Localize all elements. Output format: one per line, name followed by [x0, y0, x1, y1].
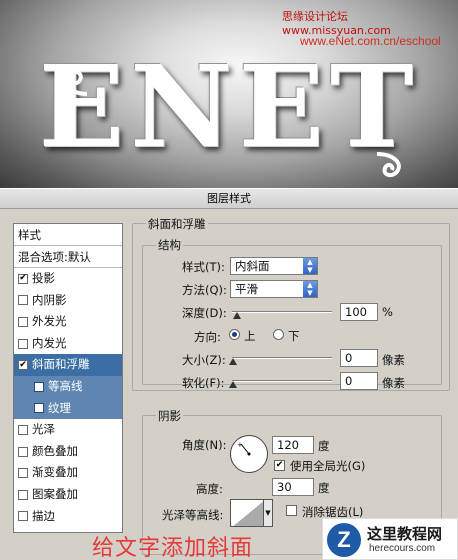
- style-item-label: 图案叠加: [32, 486, 78, 501]
- global-light-label: 使用全局光(G): [290, 459, 366, 473]
- structure-title: 结构: [156, 237, 183, 253]
- global-light-checkbox[interactable]: ✔: [274, 460, 285, 471]
- style-item-checkbox[interactable]: [18, 316, 28, 327]
- site-logo-icon: Z: [327, 523, 361, 557]
- style-item-label: 光泽: [32, 422, 55, 437]
- style-item-checkbox[interactable]: ✔: [18, 360, 28, 371]
- angle-label: 角度(N):: [182, 438, 227, 452]
- style-item-checkbox[interactable]: [18, 446, 28, 457]
- soften-slider[interactable]: [232, 380, 332, 382]
- style-item-label: 投影: [32, 271, 55, 285]
- technique-select[interactable]: 平滑 ▲ ▼: [230, 280, 318, 298]
- depth-slider[interactable]: [232, 311, 332, 313]
- style-item-0[interactable]: ✔ 投影: [14, 268, 122, 290]
- depth-slider-thumb[interactable]: [233, 312, 241, 319]
- style-item-9[interactable]: 渐变叠加: [14, 462, 122, 484]
- technique-dropdown-icon: ▲ ▼: [303, 281, 317, 297]
- style-item-label: 等高线: [48, 378, 83, 393]
- contour-linear-icon: [233, 501, 263, 526]
- technique-value: 平滑: [235, 282, 258, 296]
- style-item-checkbox[interactable]: [18, 489, 28, 500]
- gloss-contour-dropdown-icon[interactable]: ▼: [263, 499, 273, 527]
- artwork-preview: 思缘设计论坛 www.missyuan.com www.eNet.com.cn/…: [0, 0, 458, 188]
- altitude-unit: 度: [318, 481, 330, 495]
- site-name: 这里教程网: [367, 525, 443, 543]
- style-item-7[interactable]: 光泽: [14, 419, 122, 441]
- svg-text:+: +: [237, 441, 243, 449]
- style-dropdown-icon: ▲ ▼: [303, 258, 317, 274]
- altitude-input[interactable]: 30: [272, 478, 314, 496]
- style-item-label: 外发光: [32, 314, 67, 329]
- anti-alias-checkbox[interactable]: [286, 505, 297, 516]
- size-slider-thumb[interactable]: [229, 358, 237, 365]
- style-label: 样式(T):: [182, 260, 225, 274]
- style-item-label: 纹理: [48, 400, 71, 415]
- style-item-1[interactable]: 内阴影: [14, 290, 122, 312]
- style-item-checkbox[interactable]: [18, 468, 28, 479]
- style-item-4[interactable]: ✔ 斜面和浮雕: [14, 354, 122, 376]
- style-item-checkbox[interactable]: ✔: [18, 273, 28, 284]
- depth-label: 深度(D):: [182, 306, 227, 320]
- direction-up-radio[interactable]: [229, 329, 240, 340]
- soften-label: 软化(F):: [182, 376, 225, 390]
- style-item-checkbox[interactable]: [18, 338, 28, 349]
- technique-label: 方法(Q):: [182, 283, 227, 297]
- altitude-label: 高度:: [196, 482, 223, 496]
- ornament-swirl-left-icon: [63, 69, 88, 96]
- style-item-11[interactable]: 描边: [14, 506, 122, 528]
- style-item-label: 颜色叠加: [32, 443, 78, 458]
- size-slider[interactable]: [232, 357, 332, 359]
- style-item-10[interactable]: 图案叠加: [14, 484, 122, 506]
- direction-label: 方向:: [194, 330, 221, 344]
- direction-down-radio[interactable]: [273, 329, 284, 340]
- angle-input[interactable]: 120: [272, 436, 314, 454]
- styles-header[interactable]: 样式: [14, 224, 122, 246]
- size-label: 大小(Z):: [182, 353, 226, 367]
- style-item-3[interactable]: 内发光: [14, 333, 122, 355]
- angle-unit: 度: [318, 439, 330, 453]
- ornament-swirl-right-icon: [376, 152, 401, 177]
- angle-dial[interactable]: +: [230, 435, 268, 473]
- angle-crosshair-icon: +: [237, 441, 251, 456]
- style-item-label: 描边: [32, 508, 55, 523]
- style-item-label: 斜面和浮雕: [32, 357, 90, 372]
- style-item-checkbox[interactable]: [34, 381, 44, 392]
- blend-options-item[interactable]: 混合选项:默认: [14, 246, 122, 268]
- gloss-contour-picker[interactable]: [230, 499, 264, 527]
- depth-unit: %: [382, 305, 393, 319]
- style-item-checkbox[interactable]: [18, 295, 28, 306]
- shading-title: 阴影: [156, 408, 183, 424]
- direction-up-label: 上: [244, 329, 256, 343]
- size-input[interactable]: 0: [340, 349, 378, 367]
- style-item-label: 渐变叠加: [32, 465, 78, 480]
- soften-slider-thumb[interactable]: [229, 381, 237, 388]
- bevel-section-title: 斜面和浮雕: [146, 216, 208, 232]
- style-item-checkbox[interactable]: [34, 403, 44, 414]
- site-watermark: Z 这里教程网 herecours.com: [322, 518, 458, 560]
- style-item-label: 内阴影: [32, 292, 67, 307]
- style-value: 内斜面: [235, 259, 270, 273]
- style-item-6[interactable]: 纹理: [14, 397, 122, 420]
- size-unit: 像素: [382, 353, 405, 367]
- soften-input[interactable]: 0: [340, 372, 378, 390]
- dialog-title: 图层样式: [0, 189, 458, 209]
- tutorial-caption: 给文字添加斜面: [92, 536, 254, 560]
- soften-unit: 像素: [382, 376, 405, 390]
- style-item-checkbox[interactable]: [18, 424, 28, 435]
- site-url: herecours.com: [369, 543, 436, 554]
- style-item-label: 内发光: [32, 335, 67, 350]
- bevel-settings-panel: 斜面和浮雕 结构 样式(T): 内斜面 ▲ ▼ 方法(Q): 平滑 ▲ ▼ 深度(D…: [132, 215, 452, 555]
- styles-list: 样式 混合选项:默认 ✔ 投影内阴影外发光内发光 ✔ 斜面和浮雕等高线纹理光泽颜色叠加…: [13, 223, 123, 533]
- style-item-checkbox[interactable]: [18, 511, 28, 522]
- style-item-5[interactable]: 等高线: [14, 375, 122, 398]
- style-item-2[interactable]: 外发光: [14, 311, 122, 333]
- style-select[interactable]: 内斜面 ▲ ▼: [230, 257, 318, 275]
- layer-style-dialog: 图层样式 样式 混合选项:默认 ✔ 投影内阴影外发光内发光 ✔ 斜面和浮雕等高线纹理光…: [0, 188, 458, 560]
- style-item-8[interactable]: 颜色叠加: [14, 441, 122, 463]
- depth-input[interactable]: 100: [340, 303, 378, 321]
- watermark-top: 思缘设计论坛 www.missyuan.com: [282, 10, 391, 37]
- direction-down-label: 下: [288, 329, 300, 343]
- gloss-contour-label: 光泽等高线:: [162, 508, 224, 522]
